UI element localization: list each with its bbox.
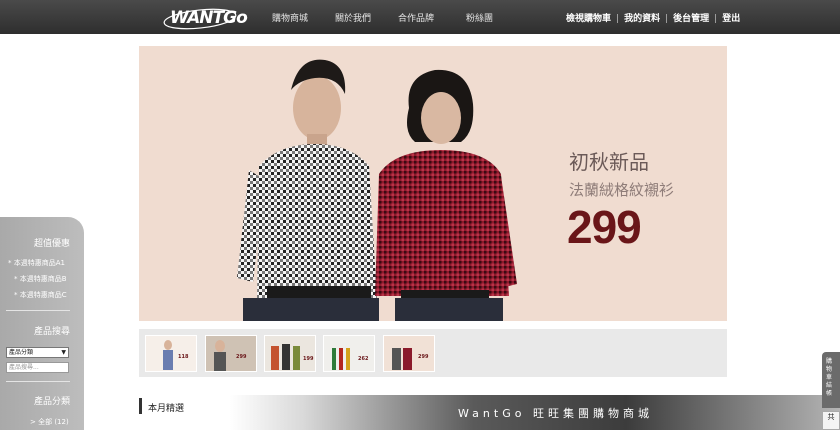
nav-shopping-mall[interactable]: 購物商城: [272, 11, 308, 24]
left-sidebar: 超值優惠 * 本週特惠商品A1 * 本週特惠商品B * 本週特惠商品C 產品搜尋…: [0, 217, 84, 430]
my-profile-link[interactable]: 我的資料: [624, 14, 660, 24]
nav-about-us[interactable]: 關於我們: [335, 11, 371, 24]
thumbnail-1[interactable]: 118: [145, 335, 197, 372]
nav-fan-page[interactable]: 粉絲團: [466, 11, 493, 24]
search-heading: 產品搜尋: [33, 327, 70, 337]
admin-link[interactable]: 後台管理: [673, 14, 709, 24]
top-nav-bar: WANTGo 購物商城 關於我們 合作品牌 粉絲團 檢視購物車 | 我的資料 | 後台管…: [0, 0, 840, 34]
logout-link[interactable]: 登出: [722, 14, 740, 24]
checkout-cart-label: 購物車結帳: [826, 358, 833, 397]
category-all-link[interactable]: > 全部 (12): [30, 417, 69, 427]
logo-text: WANTGo: [170, 8, 248, 28]
promo-heading: 超值優惠: [33, 239, 70, 249]
section-marker: [139, 398, 142, 414]
category-select[interactable]: 產品分類 ▼: [6, 347, 69, 358]
product-search-input[interactable]: 產品搜尋...: [6, 362, 69, 373]
promo-link-b[interactable]: * 本週特惠商品B: [14, 274, 67, 284]
section-title: 本月精選: [148, 404, 185, 414]
user-links: 檢視購物車 | 我的資料 | 後台管理 | 登出: [566, 14, 741, 24]
hero-title: 初秋新品: [569, 150, 649, 174]
hero-subtitle: 法蘭絨格紋襯衫: [569, 181, 675, 199]
promo-link-a1[interactable]: * 本週特惠商品A1: [8, 258, 65, 268]
sidebar-divider: [6, 310, 70, 311]
cart-count[interactable]: 共: [822, 411, 840, 430]
hero-price: 299: [567, 201, 642, 253]
thumbnail-price: 299: [236, 354, 247, 360]
thumbnail-image: [214, 340, 226, 371]
nav-partner-brands[interactable]: 合作品牌: [398, 11, 434, 24]
hero-banner[interactable]: 初秋新品 法蘭絨格紋襯衫 299: [139, 46, 727, 321]
thumbnail-4[interactable]: 262: [323, 335, 375, 372]
category-heading: 產品分類: [33, 397, 70, 407]
thumbnail-image: [332, 348, 350, 370]
thumbnail-price: 199: [303, 356, 314, 362]
thumbnail-5[interactable]: 299: [383, 335, 435, 372]
thumbnail-price: 299: [418, 354, 429, 360]
thumbnail-image: [271, 344, 300, 370]
wantgo-logo[interactable]: WANTGo: [160, 5, 248, 31]
checkout-cart-tab[interactable]: 購物車結帳: [822, 352, 840, 408]
chevron-down-icon: ▼: [61, 349, 66, 356]
thumbnail-price: 118: [178, 354, 189, 360]
thumbnail-2[interactable]: 299: [205, 335, 257, 372]
category-select-value: 產品分類: [9, 349, 34, 356]
thumbnail-3[interactable]: 199: [264, 335, 316, 372]
sidebar-divider: [6, 381, 70, 382]
promo-link-c[interactable]: * 本週特惠商品C: [14, 290, 67, 300]
thumbnail-strip: 118 299 199 262 299: [139, 329, 727, 377]
brand-slogan: WantGo 旺旺集團購物商城: [458, 407, 653, 420]
thumbnail-image: [163, 340, 173, 370]
thumbnail-price: 262: [358, 356, 369, 362]
view-cart-link[interactable]: 檢視購物車: [566, 14, 611, 24]
